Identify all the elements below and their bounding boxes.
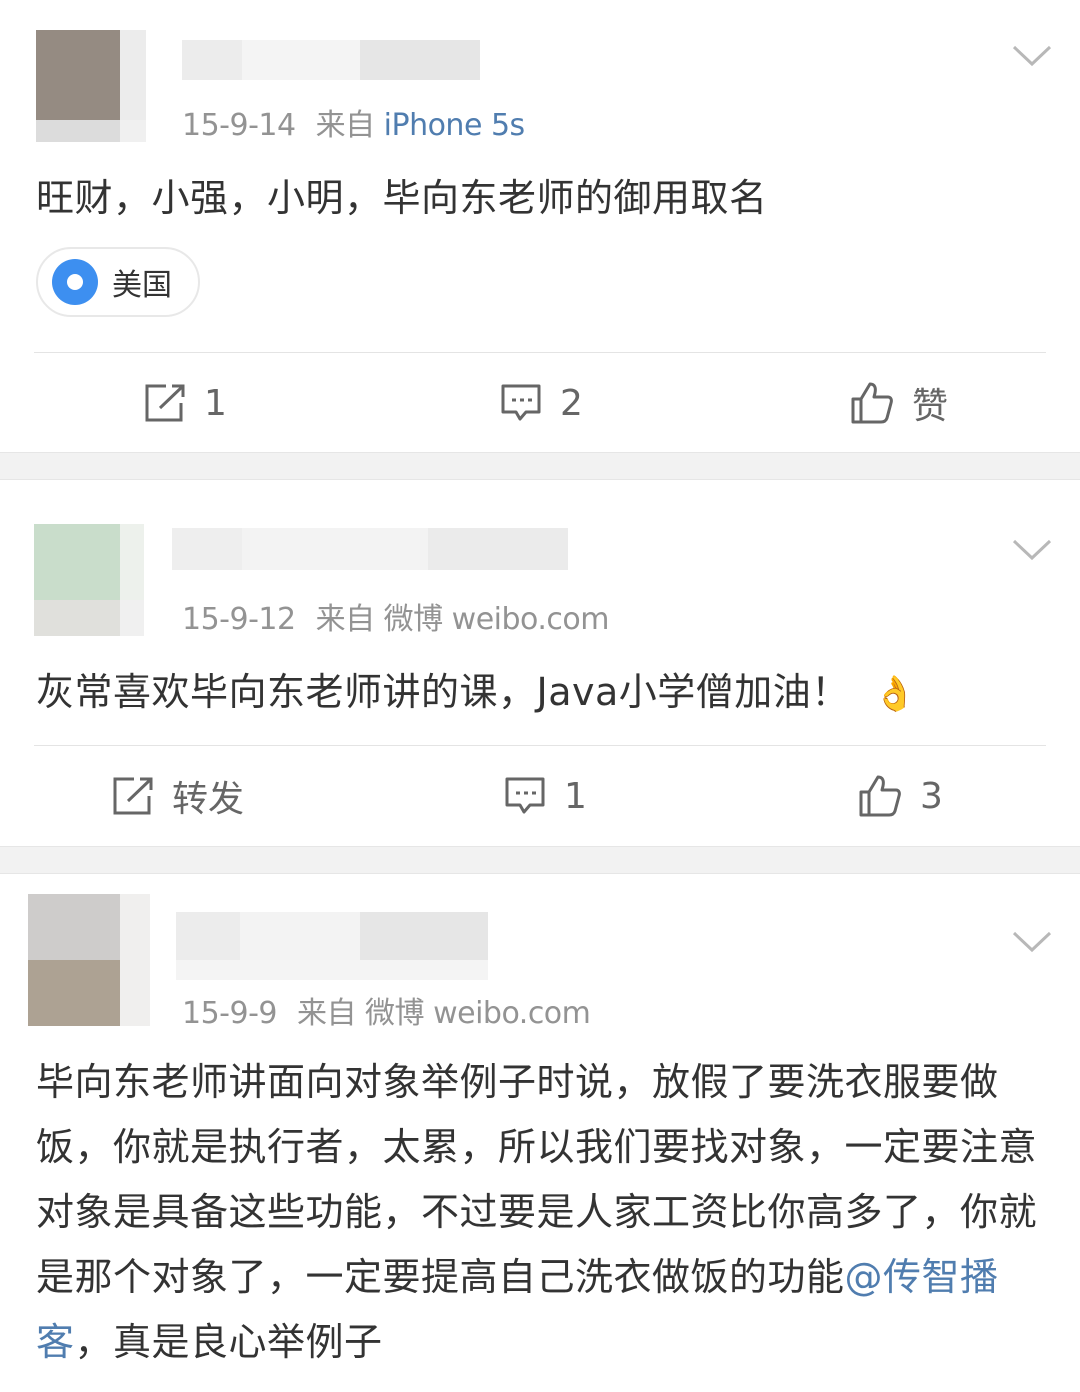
post-meta: 15-9-9 来自 微博 weibo.com (182, 988, 591, 1032)
post-card-3: 15-9-9 来自 微博 weibo.com 毕向东老师讲面向对象举例子时说，放假… (0, 874, 1080, 1392)
post-card-2: 15-9-12 来自 微博 weibo.com 灰常喜欢毕向东老师讲的课，Java… (0, 480, 1080, 846)
ok-hand-emoji: 👌 (873, 674, 917, 714)
repost-button[interactable]: 1 (144, 378, 227, 428)
source-prefix: 来自 (315, 602, 376, 637)
source-prefix: 来自 (315, 108, 376, 143)
chevron-down-icon[interactable] (1012, 930, 1052, 954)
avatar[interactable] (36, 30, 146, 142)
post-date: 15-9-14 (182, 108, 296, 143)
card-separator (0, 452, 1080, 480)
source-prefix: 来自 (297, 996, 357, 1031)
post-meta: 15-9-14 来自 iPhone 5s (182, 100, 525, 144)
like-label: 赞 (912, 386, 949, 427)
repost-label: 转发 (172, 779, 245, 820)
repost-icon (113, 777, 153, 815)
comment-button[interactable]: 1 (504, 771, 587, 821)
post-text: 灰常喜欢毕向东老师讲的课，Java小学僧加油！ 👌 (36, 670, 917, 714)
post-date: 15-9-12 (182, 602, 296, 637)
comment-icon (505, 777, 545, 814)
chevron-down-icon[interactable] (1012, 538, 1052, 562)
post-card-1: 15-9-14 来自 iPhone 5s 旺财，小强，小明，毕向东老师的御用取名 … (0, 0, 1080, 452)
repost-count: 1 (204, 382, 227, 424)
like-icon (859, 775, 901, 817)
post-text: 旺财，小强，小明，毕向东老师的御用取名 (36, 176, 768, 220)
card-separator (0, 846, 1080, 874)
post-date: 15-9-9 (182, 996, 278, 1031)
divider (34, 352, 1046, 353)
post-meta: 15-9-12 来自 微博 weibo.com (182, 594, 609, 638)
location-label: 美国 (112, 268, 172, 303)
source-device[interactable]: 微博 weibo.com (365, 996, 591, 1031)
username-blurred[interactable] (182, 40, 480, 80)
location-pin-icon (52, 259, 98, 305)
comment-icon (501, 384, 541, 421)
repost-button[interactable]: 转发 (112, 771, 244, 821)
post-text: 毕向东老师讲面向对象举例子时说，放假了要洗衣服要做饭，你就是执行者，太累，所以我… (36, 1060, 1038, 1364)
source-device[interactable]: iPhone 5s (384, 108, 526, 143)
avatar[interactable] (34, 524, 144, 636)
username-blurred[interactable] (176, 912, 488, 980)
avatar[interactable] (28, 894, 150, 1026)
divider (34, 745, 1046, 746)
like-button[interactable]: 赞 (850, 378, 948, 428)
repost-icon (145, 384, 185, 422)
chevron-down-icon[interactable] (1012, 44, 1052, 68)
like-count: 3 (920, 775, 943, 817)
location-tag[interactable]: 美国 (36, 247, 200, 317)
username-blurred[interactable] (172, 528, 568, 570)
comment-count: 1 (564, 775, 587, 817)
like-button[interactable]: 3 (858, 771, 943, 821)
comment-count: 2 (560, 382, 583, 424)
comment-button[interactable]: 2 (500, 378, 583, 428)
like-icon (851, 382, 893, 424)
source-device[interactable]: 微博 weibo.com (384, 602, 610, 637)
